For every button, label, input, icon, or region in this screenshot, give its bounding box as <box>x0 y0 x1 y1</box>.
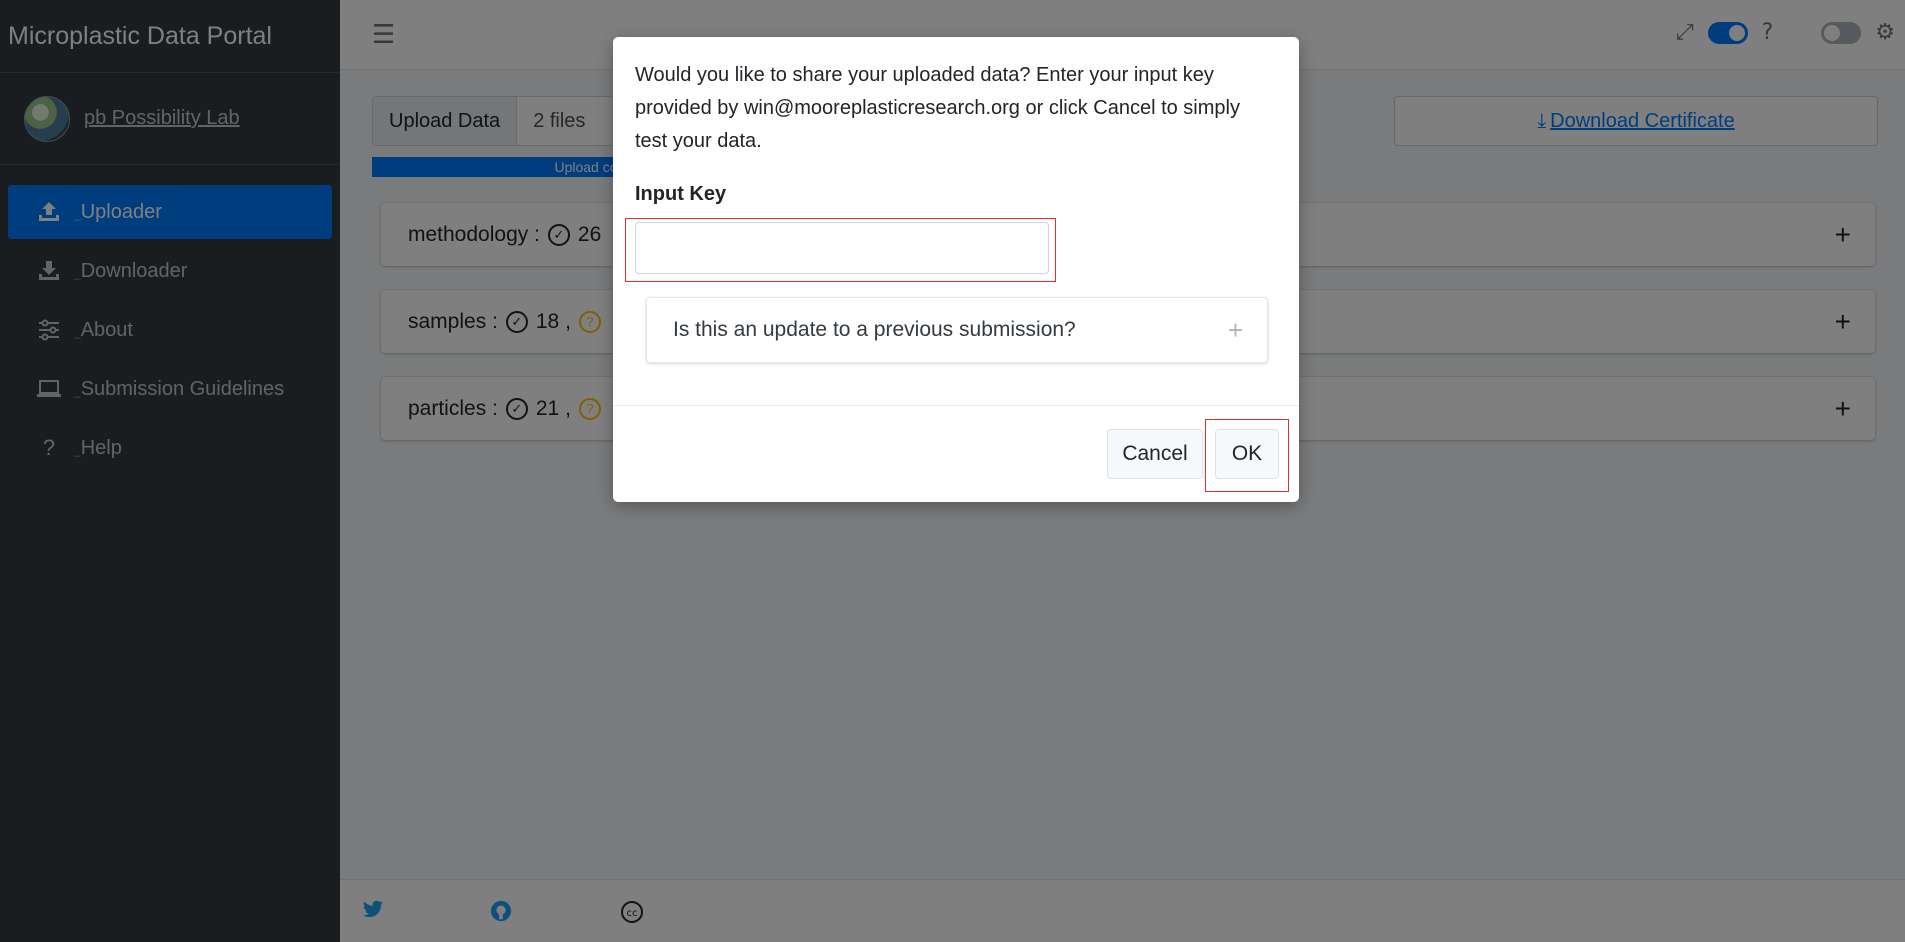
cancel-button[interactable]: Cancel <box>1107 429 1203 479</box>
share-data-dialog: Would you like to share your uploaded da… <box>613 37 1299 502</box>
dialog-message: Would you like to share your uploaded da… <box>635 64 1240 152</box>
update-submission-card[interactable]: Is this an update to a previous submissi… <box>646 297 1268 363</box>
ok-button[interactable]: OK <box>1215 429 1279 479</box>
update-question-text: Is this an update to a previous submissi… <box>673 318 1076 341</box>
input-key-field[interactable] <box>635 222 1049 274</box>
input-key-label: Input Key <box>635 183 727 205</box>
dialog-footer: Cancel OK <box>613 405 1299 502</box>
expand-plus-icon[interactable]: + <box>1228 315 1243 346</box>
